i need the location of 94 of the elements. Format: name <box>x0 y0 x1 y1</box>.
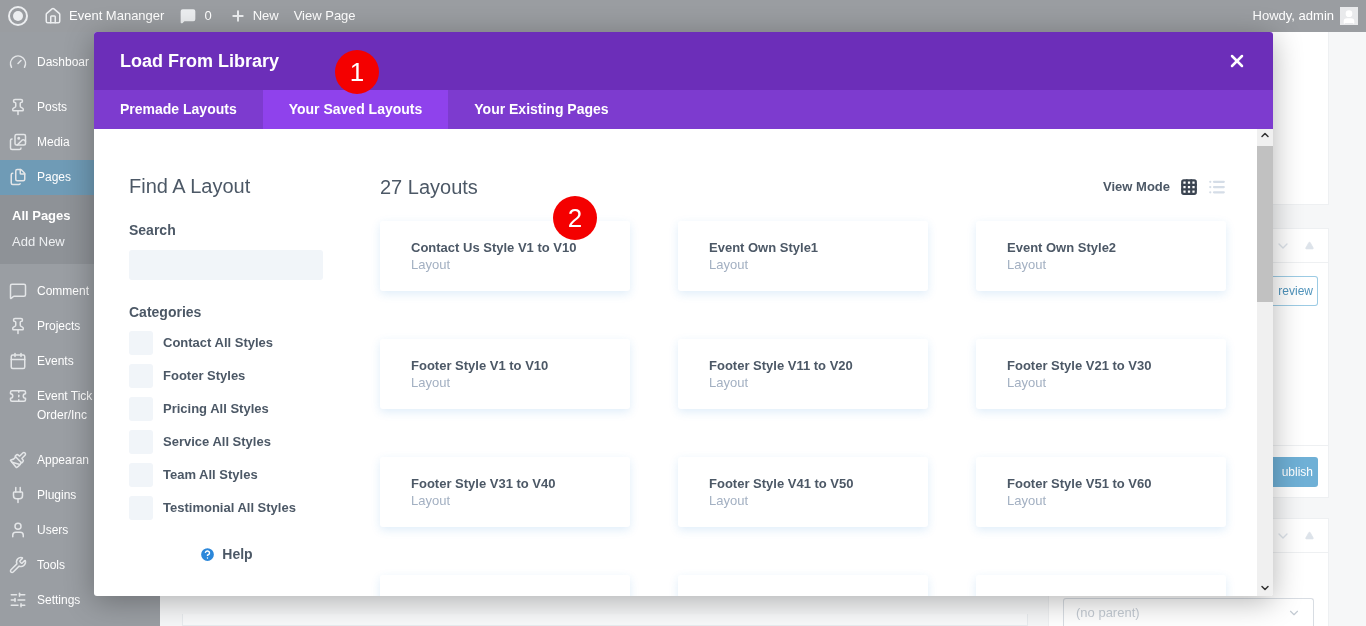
categories-label: Categories <box>129 303 203 322</box>
layout-count: 27 Layouts <box>380 175 478 200</box>
menu-label: Order/Inc <box>37 407 88 424</box>
layout-title: Footer Style V31 to V40 <box>411 475 557 492</box>
sidebar-item[interactable]: Tools <box>0 548 160 583</box>
layout-card[interactable]: Event Own Style1 Layout <box>678 221 928 291</box>
category-label: Testimonial All Styles <box>163 499 296 518</box>
menu-label: Event Tick <box>37 388 93 405</box>
layout-title: Contact Us Style V1 to V10 <box>411 239 578 256</box>
layout-title: Footer Style V51 to V60 <box>1007 475 1153 492</box>
sidebar-item[interactable]: Event Tick Order/Inc <box>0 379 160 433</box>
parent-select[interactable]: (no parent) <box>1063 598 1314 626</box>
menu-icon <box>9 521 27 539</box>
menu-icon <box>9 591 27 609</box>
category-label: Footer Styles <box>163 367 246 386</box>
menu-label: Comment <box>37 283 89 300</box>
category-label: Pricing All Styles <box>163 400 269 419</box>
category-label: Team All Styles <box>163 466 258 485</box>
sidebar-item[interactable]: Users <box>0 513 160 548</box>
menu-label: Tools <box>37 557 65 574</box>
list-view-icon[interactable] <box>1208 178 1226 196</box>
layout-type: Layout <box>411 374 452 391</box>
layout-title: Footer Style V21 to V30 <box>1007 357 1153 374</box>
publish-button[interactable]: ublish <box>1272 456 1318 487</box>
menu-label: Events <box>37 353 74 370</box>
number-badge: 2 <box>553 196 597 240</box>
menu-label: Pages <box>37 169 72 186</box>
category-label: Contact All Styles <box>163 334 274 353</box>
sidebar-item[interactable]: Appearan <box>0 443 160 478</box>
layout-title: Event Own Style2 <box>1007 239 1118 256</box>
sidebar-item[interactable]: Plugins <box>0 478 160 513</box>
greeting[interactable]: Howdy, admin <box>1252 6 1334 26</box>
logo-icon[interactable] <box>8 6 28 26</box>
plus-icon[interactable] <box>229 8 246 24</box>
new-link[interactable]: New <box>252 6 279 26</box>
layout-type: Layout <box>709 256 750 273</box>
grid-view-icon[interactable] <box>1180 178 1198 196</box>
scroll-thumb[interactable] <box>1257 146 1273 302</box>
menu-icon <box>9 98 27 116</box>
layout-title: Event Own Style1 <box>709 239 820 256</box>
triangle-icon[interactable] <box>1305 531 1314 540</box>
modal-title: Load From Library <box>120 49 280 73</box>
layout-type: Layout <box>411 256 452 273</box>
layout-card[interactable]: Footer Style V21 to V30 Layout <box>976 339 1226 409</box>
scrollbar[interactable] <box>1257 129 1273 596</box>
layout-card[interactable]: Footer Style V1 to V10 Layout <box>380 339 630 409</box>
avatar[interactable] <box>1340 7 1358 25</box>
menu-label: Settings <box>37 592 81 609</box>
menu-icon <box>9 53 27 71</box>
layout-title: Footer Style V41 to V50 <box>709 475 855 492</box>
user-icon <box>1341 9 1357 25</box>
layout-card[interactable]: Event Own Style2 Layout <box>976 221 1226 291</box>
layout-title: Footer Style V11 to V20 <box>709 357 854 374</box>
layout-type: Layout <box>411 492 452 509</box>
tab[interactable]: Your Existing Pages <box>448 90 635 129</box>
layout-type: Layout <box>709 492 750 509</box>
layout-type: Layout <box>1007 492 1048 509</box>
comment-count[interactable]: 0 <box>204 6 212 26</box>
menu-icon <box>9 133 27 151</box>
menu-label: Media <box>37 134 70 151</box>
menu-label: Projects <box>37 318 81 335</box>
menu-label: Plugins <box>37 487 77 504</box>
home-icon[interactable] <box>44 7 62 25</box>
layout-title: Footer Style V1 to V10 <box>411 357 550 374</box>
sidebar-item[interactable]: Events <box>0 344 160 379</box>
menu-label: Posts <box>37 99 67 116</box>
menu-icon <box>9 282 27 300</box>
menu-label: Dashboar <box>37 54 90 71</box>
tab[interactable]: Your Saved Layouts <box>262 90 449 129</box>
menu-icon <box>9 451 27 469</box>
layout-card[interactable]: Footer Style V41 to V50 Layout <box>678 457 928 527</box>
site-link[interactable]: Event Mananger <box>69 6 165 26</box>
sidebar-item[interactable]: Settings <box>0 583 160 618</box>
category-label: Service All Styles <box>163 433 271 452</box>
menu-icon <box>9 168 27 186</box>
triangle-icon[interactable] <box>1305 241 1314 250</box>
view-page-link[interactable]: View Page <box>293 6 356 26</box>
layout-type: Layout <box>1007 374 1048 391</box>
menu-icon <box>9 352 27 370</box>
view-mode-label: View Mode <box>1103 178 1170 197</box>
menu-icon <box>9 317 27 335</box>
menu-icon <box>9 556 27 574</box>
layout-card[interactable]: Footer Style V51 to V60 Layout <box>976 457 1226 527</box>
help-link[interactable]: Help <box>199 544 253 565</box>
layout-card[interactable]: Footer Style V31 to V40 Layout <box>380 457 630 527</box>
help-icon <box>199 546 217 563</box>
menu-icon <box>9 387 27 405</box>
menu-label: Appearan <box>37 452 90 469</box>
layout-type: Layout <box>709 374 750 391</box>
layout-type: Layout <box>1007 256 1048 273</box>
comment-icon[interactable] <box>180 8 197 24</box>
layout-card[interactable]: Footer Style V11 to V20 Layout <box>678 339 928 409</box>
search-label: Search <box>129 221 177 240</box>
menu-label: Users <box>37 522 69 539</box>
